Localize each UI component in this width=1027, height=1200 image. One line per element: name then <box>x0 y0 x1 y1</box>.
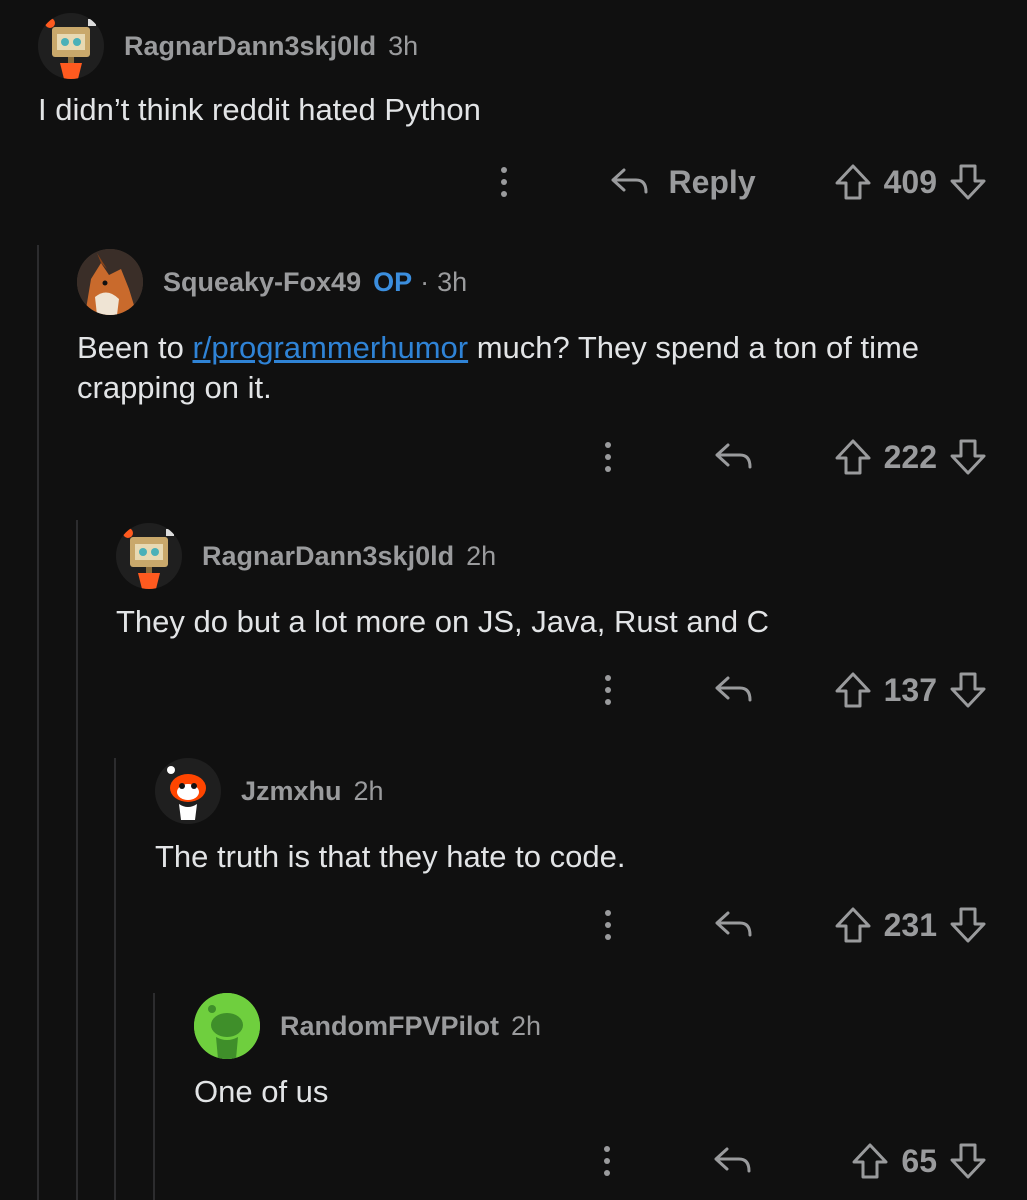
comment-body: Been to r/programmerhumor much? They spe… <box>77 328 1027 408</box>
reply-button[interactable] <box>714 441 772 473</box>
comment-body: I didn’t think reddit hated Python <box>38 92 481 127</box>
more-options-icon[interactable] <box>494 167 514 197</box>
more-options-icon[interactable] <box>598 442 618 472</box>
timestamp: 2h <box>466 540 497 571</box>
upvote-icon[interactable] <box>834 906 872 944</box>
comment-body: The truth is that they hate to code. <box>155 839 626 874</box>
vote-count: 409 <box>883 163 937 200</box>
thread-line[interactable] <box>153 993 155 1200</box>
comment: RagnarDann3skj0ld 3h I didn’t think redd… <box>38 12 1027 130</box>
vote-controls: 231 <box>834 906 987 944</box>
downvote-icon[interactable] <box>949 906 987 944</box>
upvote-icon[interactable] <box>834 163 872 201</box>
username[interactable]: RandomFPVPilot <box>280 1011 499 1042</box>
downvote-icon[interactable] <box>949 671 987 709</box>
comment-header: Squeaky-Fox49 OP · 3h <box>77 248 1027 316</box>
comment-text: Been to <box>77 330 193 365</box>
username[interactable]: Jzmxhu <box>241 776 342 807</box>
comment-body: One of us <box>194 1074 329 1109</box>
snoo-avatar[interactable] <box>155 758 221 824</box>
timestamp: 3h <box>437 266 468 297</box>
upvote-icon[interactable] <box>851 1142 889 1180</box>
downvote-icon[interactable] <box>949 1142 987 1180</box>
downvote-icon[interactable] <box>949 438 987 476</box>
vote-controls: 222 <box>834 438 987 476</box>
comment-actions: Reply 409 <box>494 157 987 207</box>
comment-header: RandomFPVPilot 2h <box>194 992 1027 1060</box>
username[interactable]: RagnarDann3skj0ld <box>124 31 376 62</box>
reply-arrow-icon <box>715 443 752 469</box>
reply-arrow-icon <box>714 1147 751 1173</box>
comment-header: RagnarDann3skj0ld 3h <box>38 12 1027 80</box>
comment-actions: 222 <box>598 432 987 482</box>
thread-line[interactable] <box>114 758 116 1200</box>
reply-label: Reply <box>668 163 756 200</box>
comment: Squeaky-Fox49 OP · 3h Been to r/programm… <box>77 248 1027 408</box>
green-snoo-avatar[interactable] <box>194 993 260 1059</box>
more-options-icon[interactable] <box>598 675 618 705</box>
upvote-icon[interactable] <box>834 671 872 709</box>
op-badge: OP <box>373 266 413 297</box>
separator: · <box>420 266 430 297</box>
timestamp: 3h <box>388 30 419 61</box>
comment-header: Jzmxhu 2h <box>155 757 1027 825</box>
more-options-icon[interactable] <box>597 1146 617 1176</box>
reply-button[interactable] <box>714 674 772 706</box>
reply-button[interactable] <box>714 909 772 941</box>
subreddit-link[interactable]: r/programmerhumor <box>192 330 468 365</box>
comment-actions: 231 <box>598 900 987 950</box>
reply-button[interactable]: Reply <box>610 163 756 201</box>
reply-arrow-icon <box>715 676 752 702</box>
vote-count: 65 <box>901 1142 937 1179</box>
vote-count: 137 <box>883 671 937 708</box>
comment-actions: 137 <box>598 665 987 715</box>
vote-controls: 409 <box>834 163 987 201</box>
vote-controls: 137 <box>834 671 987 709</box>
username[interactable]: Squeaky-Fox49 <box>163 267 361 298</box>
reply-arrow-icon <box>715 911 752 937</box>
upvote-icon[interactable] <box>834 438 872 476</box>
vote-count: 231 <box>883 906 937 943</box>
comment-actions: 65 <box>597 1136 987 1186</box>
timestamp: 2h <box>511 1010 542 1041</box>
reply-arrow-icon <box>611 168 648 194</box>
comment: RandomFPVPilot 2h One of us <box>194 992 1027 1112</box>
comment: RagnarDann3skj0ld 2h They do but a lot m… <box>116 522 1027 642</box>
thread-line[interactable] <box>76 520 78 1200</box>
comment-body: They do but a lot more on JS, Java, Rust… <box>116 604 770 639</box>
thread-line[interactable] <box>37 245 39 1200</box>
vote-count: 222 <box>883 438 937 475</box>
comment-header: RagnarDann3skj0ld 2h <box>116 522 1027 590</box>
vote-controls: 65 <box>851 1142 987 1180</box>
reply-button[interactable] <box>713 1145 771 1177</box>
robot-avatar[interactable] <box>116 523 182 589</box>
comment: Jzmxhu 2h The truth is that they hate to… <box>155 757 1027 877</box>
downvote-icon[interactable] <box>949 163 987 201</box>
username[interactable]: RagnarDann3skj0ld <box>202 541 454 572</box>
robot-avatar[interactable] <box>38 13 104 79</box>
timestamp: 2h <box>353 775 384 806</box>
fox-avatar[interactable] <box>77 249 143 315</box>
more-options-icon[interactable] <box>598 910 618 940</box>
